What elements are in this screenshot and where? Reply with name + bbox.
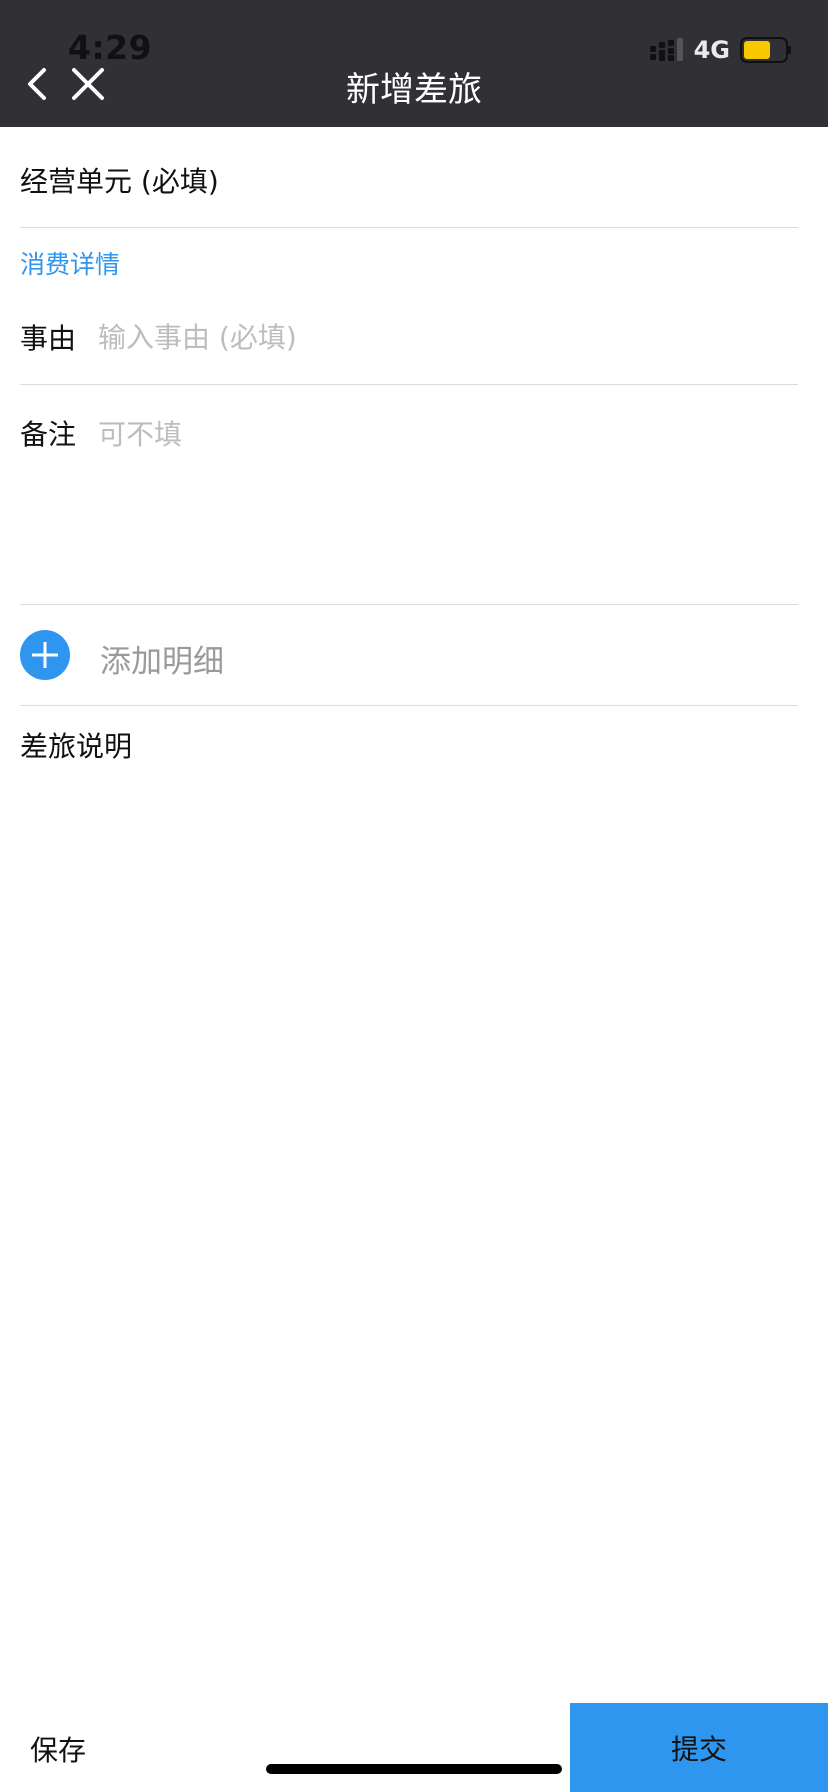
reason-input[interactable] [98,320,778,354]
header: 4:29 4G 新增差旅 [0,0,828,127]
save-button[interactable]: 保存 [30,1729,86,1769]
submit-button[interactable]: 提交 [570,1703,828,1792]
add-detail-icon[interactable] [20,630,70,680]
travel-note-label: 差旅说明 [20,730,133,763]
home-indicator [266,1764,562,1774]
divider [20,705,798,706]
bottom-action-bar: 保存 提交 [0,1703,828,1792]
section-title: 消费详情 [20,250,121,279]
remark-textarea[interactable] [98,413,778,583]
new-travel-screen: 4:29 4G 新增差旅 经营单元 (必填) 消费详情 事由 输入事由 (必填)… [0,0,828,1792]
remark-row: 备注 [20,413,798,583]
battery-icon [740,37,791,63]
reason-label: 事由 [20,322,77,355]
divider [20,227,798,228]
network-label: 4G [693,36,730,64]
status-indicators: 4G [649,36,792,64]
reason-row: 事由 [20,317,798,357]
page-title: 新增差旅 [346,70,482,110]
signal-icon [649,38,683,61]
divider [20,384,798,385]
add-detail-button[interactable]: 添加明细 [100,636,224,681]
divider [20,604,798,605]
remark-label: 备注 [20,418,77,451]
business-unit-field[interactable]: 经营单元 (必填) [20,160,798,200]
